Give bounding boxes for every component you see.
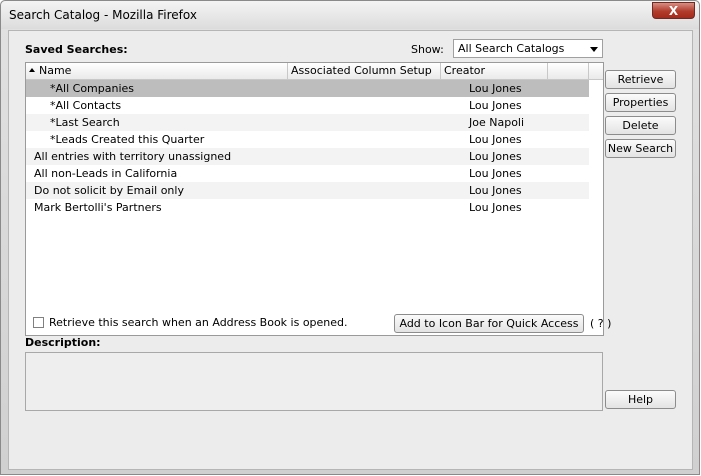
row-creator: Lou Jones [469,184,522,197]
row-name: All non-Leads in California [34,167,178,180]
help-button[interactable]: Help [605,390,676,409]
title-bar: Search Catalog - Mozilla Firefox X [1,1,699,29]
show-catalog-select[interactable]: All Search Catalogs [453,39,603,58]
chevron-down-icon [590,47,598,52]
new-search-button[interactable]: New Search [605,139,676,158]
table-row[interactable]: Mark Bertolli's Partners Lou Jones [26,199,589,216]
column-header-creator[interactable]: Creator [441,63,548,79]
list-header: Name Associated Column Setup Creator [26,63,603,80]
browser-window: Search Catalog - Mozilla Firefox X Saved… [0,0,700,475]
description-label: Description: [25,336,101,349]
window-title: Search Catalog - Mozilla Firefox [9,8,197,22]
row-name: *Leads Created this Quarter [50,133,205,146]
close-button[interactable]: X [652,2,695,19]
column-header-column-setup[interactable]: Associated Column Setup [288,63,441,79]
retrieve-on-open-checkbox[interactable] [33,317,44,328]
row-creator: Lou Jones [469,201,522,214]
description-field[interactable] [25,352,603,411]
properties-button[interactable]: Properties [605,93,676,112]
table-row[interactable]: *All Contacts Lou Jones [26,97,589,114]
row-creator: Lou Jones [469,133,522,146]
saved-searches-list[interactable]: Name Associated Column Setup Creator *Al… [25,62,604,336]
table-row[interactable]: Do not solicit by Email only Lou Jones [26,182,589,199]
help-question-link[interactable]: ( ? ) [590,317,611,330]
retrieve-button[interactable]: Retrieve [605,70,676,89]
saved-searches-label: Saved Searches: [25,43,128,56]
row-name: *Last Search [50,116,120,129]
delete-button[interactable]: Delete [605,116,676,135]
row-creator: Lou Jones [469,150,522,163]
row-name: Do not solicit by Email only [34,184,184,197]
table-row[interactable]: *All Companies Lou Jones [26,80,589,97]
retrieve-on-open-label[interactable]: Retrieve this search when an Address Boo… [49,316,348,329]
row-name: Mark Bertolli's Partners [34,201,162,214]
column-header-name[interactable]: Name [26,63,288,79]
row-creator: Joe Napoli [469,116,525,129]
row-creator: Lou Jones [469,167,522,180]
show-catalog-value: All Search Catalogs [458,42,565,55]
column-header-filler [548,63,589,79]
table-row[interactable]: All non-Leads in California Lou Jones [26,165,589,182]
row-creator: Lou Jones [469,82,522,95]
row-name: All entries with territory unassigned [34,150,232,163]
table-row[interactable]: All entries with territory unassigned Lo… [26,148,589,165]
table-row[interactable]: *Leads Created this Quarter Lou Jones [26,131,589,148]
dialog-content: Saved Searches: Show: All Search Catalog… [8,30,693,470]
row-name: *All Companies [50,82,135,95]
row-name: *All Contacts [50,99,122,112]
show-label: Show: [411,43,444,56]
sort-ascending-icon [29,68,35,72]
table-row[interactable]: *Last Search Joe Napoli [26,114,589,131]
add-to-icon-bar-button[interactable]: Add to Icon Bar for Quick Access [394,314,584,333]
row-creator: Lou Jones [469,99,522,112]
